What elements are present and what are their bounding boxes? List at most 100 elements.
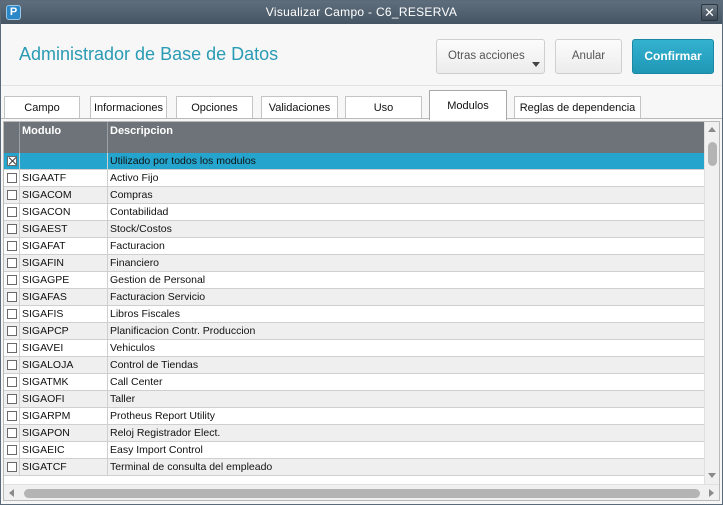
row-checkbox-cell[interactable] (4, 374, 20, 390)
checkbox-icon[interactable] (7, 326, 17, 336)
checkbox-icon[interactable] (7, 190, 17, 200)
checkbox-icon[interactable] (7, 343, 17, 353)
descripcion-cell: Libros Fiscales (110, 308, 181, 320)
modulo-cell: SIGARPM (20, 408, 108, 424)
table-row[interactable]: SIGAFAT Facturacion (4, 238, 704, 255)
horizontal-scrollbar[interactable] (4, 484, 719, 500)
checkbox-icon[interactable] (7, 377, 17, 387)
checkbox-icon[interactable] (7, 445, 17, 455)
table-row[interactable]: SIGAGPE Gestion de Personal (4, 272, 704, 289)
row-checkbox-cell[interactable] (4, 289, 20, 305)
checkbox-icon[interactable] (7, 173, 17, 183)
checkbox-checked-icon[interactable] (7, 156, 17, 166)
row-checkbox-cell[interactable] (4, 306, 20, 322)
row-checkbox-cell[interactable] (4, 238, 20, 254)
checkbox-icon[interactable] (7, 411, 17, 421)
table-row[interactable]: SIGAPON Reloj Registrador Elect. (4, 425, 704, 442)
modulo-cell: SIGACON (20, 204, 108, 220)
checkbox-icon[interactable] (7, 224, 17, 234)
row-checkbox-cell[interactable] (4, 255, 20, 271)
modulo-cell: SIGAEIC (20, 442, 108, 458)
descripcion-cell: Planificacion Contr. Produccion (110, 325, 256, 337)
row-checkbox-cell[interactable] (4, 340, 20, 356)
tab-opciones[interactable]: Opciones (176, 96, 253, 119)
row-checkbox-cell[interactable] (4, 459, 20, 475)
descripcion-cell: Vehiculos (110, 342, 155, 354)
checkbox-icon[interactable] (7, 241, 17, 251)
modulo-cell: SIGAFAT (20, 238, 108, 254)
column-header-check[interactable] (4, 122, 20, 153)
row-checkbox-cell[interactable] (4, 357, 20, 373)
descripcion-cell: Call Center (110, 376, 163, 388)
descripcion-cell: Gestion de Personal (110, 274, 206, 286)
table-row[interactable]: SIGAVEI Vehiculos (4, 340, 704, 357)
table-row[interactable]: SIGACOM Compras (4, 187, 704, 204)
scroll-up-icon[interactable] (708, 127, 716, 132)
scroll-right-icon[interactable] (709, 489, 714, 497)
table-row[interactable]: SIGATMK Call Center (4, 374, 704, 391)
row-checkbox-cell[interactable] (4, 272, 20, 288)
scroll-left-icon[interactable] (9, 489, 14, 497)
tab-modulos[interactable]: Modulos (429, 90, 507, 120)
table-row[interactable]: SIGARPM Protheus Report Utility (4, 408, 704, 425)
descripcion-cell: Facturacion Servicio (110, 291, 206, 303)
modulo-cell: SIGAEST (20, 221, 108, 237)
row-checkbox-cell[interactable] (4, 408, 20, 424)
table-row[interactable]: SIGAEIC Easy Import Control (4, 442, 704, 459)
other-actions-button[interactable]: Otras acciones (436, 39, 545, 74)
checkbox-icon[interactable] (7, 462, 17, 472)
modulo-cell: SIGATMK (20, 374, 108, 390)
table-row[interactable]: SIGACON Contabilidad (4, 204, 704, 221)
table-row[interactable]: SIGATCF Terminal de consulta del empleado (4, 459, 704, 476)
table-row[interactable]: SIGAEST Stock/Costos (4, 221, 704, 238)
row-checkbox-cell[interactable] (4, 170, 20, 186)
checkbox-icon[interactable] (7, 258, 17, 268)
row-checkbox-cell[interactable] (4, 204, 20, 220)
tab-validaciones[interactable]: Validaciones (261, 96, 338, 119)
tab-strip: Campo Informaciones Opciones Validacione… (1, 87, 722, 120)
checkbox-icon[interactable] (7, 360, 17, 370)
checkbox-icon[interactable] (7, 428, 17, 438)
close-icon[interactable]: ✕ (701, 4, 718, 21)
vertical-scrollbar[interactable] (704, 122, 719, 484)
checkbox-icon[interactable] (7, 292, 17, 302)
row-checkbox-cell[interactable] (4, 442, 20, 458)
confirm-button[interactable]: Confirmar (632, 39, 714, 74)
modulo-cell: SIGAGPE (20, 272, 108, 288)
table-row[interactable]: SIGAFIS Libros Fiscales (4, 306, 704, 323)
horizontal-scroll-thumb[interactable] (24, 489, 700, 498)
cancel-button[interactable]: Anular (555, 39, 622, 74)
row-checkbox-cell[interactable] (4, 323, 20, 339)
column-header-modulo[interactable]: Modulo (20, 122, 108, 153)
checkbox-icon[interactable] (7, 275, 17, 285)
descripcion-cell: Terminal de consulta del empleado (110, 461, 273, 473)
tab-uso[interactable]: Uso (345, 96, 422, 119)
checkbox-icon[interactable] (7, 309, 17, 319)
tab-campo[interactable]: Campo (4, 96, 80, 119)
descripcion-cell: Facturacion (110, 240, 165, 252)
modulo-cell (20, 153, 108, 169)
scroll-down-icon[interactable] (708, 473, 716, 478)
grid-body: Utilizado por todos los modulos SIGAATF Ac… (4, 153, 704, 476)
table-row[interactable]: SIGAPCP Planificacion Contr. Produccion (4, 323, 704, 340)
table-row[interactable]: Utilizado por todos los modulos (4, 153, 704, 170)
row-checkbox-cell[interactable] (4, 153, 20, 169)
row-checkbox-cell[interactable] (4, 187, 20, 203)
modulo-cell: SIGACOM (20, 187, 108, 203)
descripcion-cell: Taller (110, 393, 136, 405)
table-row[interactable]: SIGAFAS Facturacion Servicio (4, 289, 704, 306)
table-row[interactable]: SIGAATF Activo Fijo (4, 170, 704, 187)
row-checkbox-cell[interactable] (4, 391, 20, 407)
column-header-descripcion[interactable]: Descripcion (108, 122, 704, 153)
tab-informaciones[interactable]: Informaciones (90, 96, 167, 119)
vertical-scroll-thumb[interactable] (708, 142, 717, 166)
checkbox-icon[interactable] (7, 207, 17, 217)
tab-reglas-de-dependencia[interactable]: Reglas de dependencia (514, 96, 641, 119)
title-bar[interactable]: P Visualizar Campo - C6_RESERVA ✕ (1, 1, 722, 24)
table-row[interactable]: SIGAOFI Taller (4, 391, 704, 408)
checkbox-icon[interactable] (7, 394, 17, 404)
row-checkbox-cell[interactable] (4, 221, 20, 237)
row-checkbox-cell[interactable] (4, 425, 20, 441)
table-row[interactable]: SIGAFIN Financiero (4, 255, 704, 272)
table-row[interactable]: SIGALOJA Control de Tiendas (4, 357, 704, 374)
